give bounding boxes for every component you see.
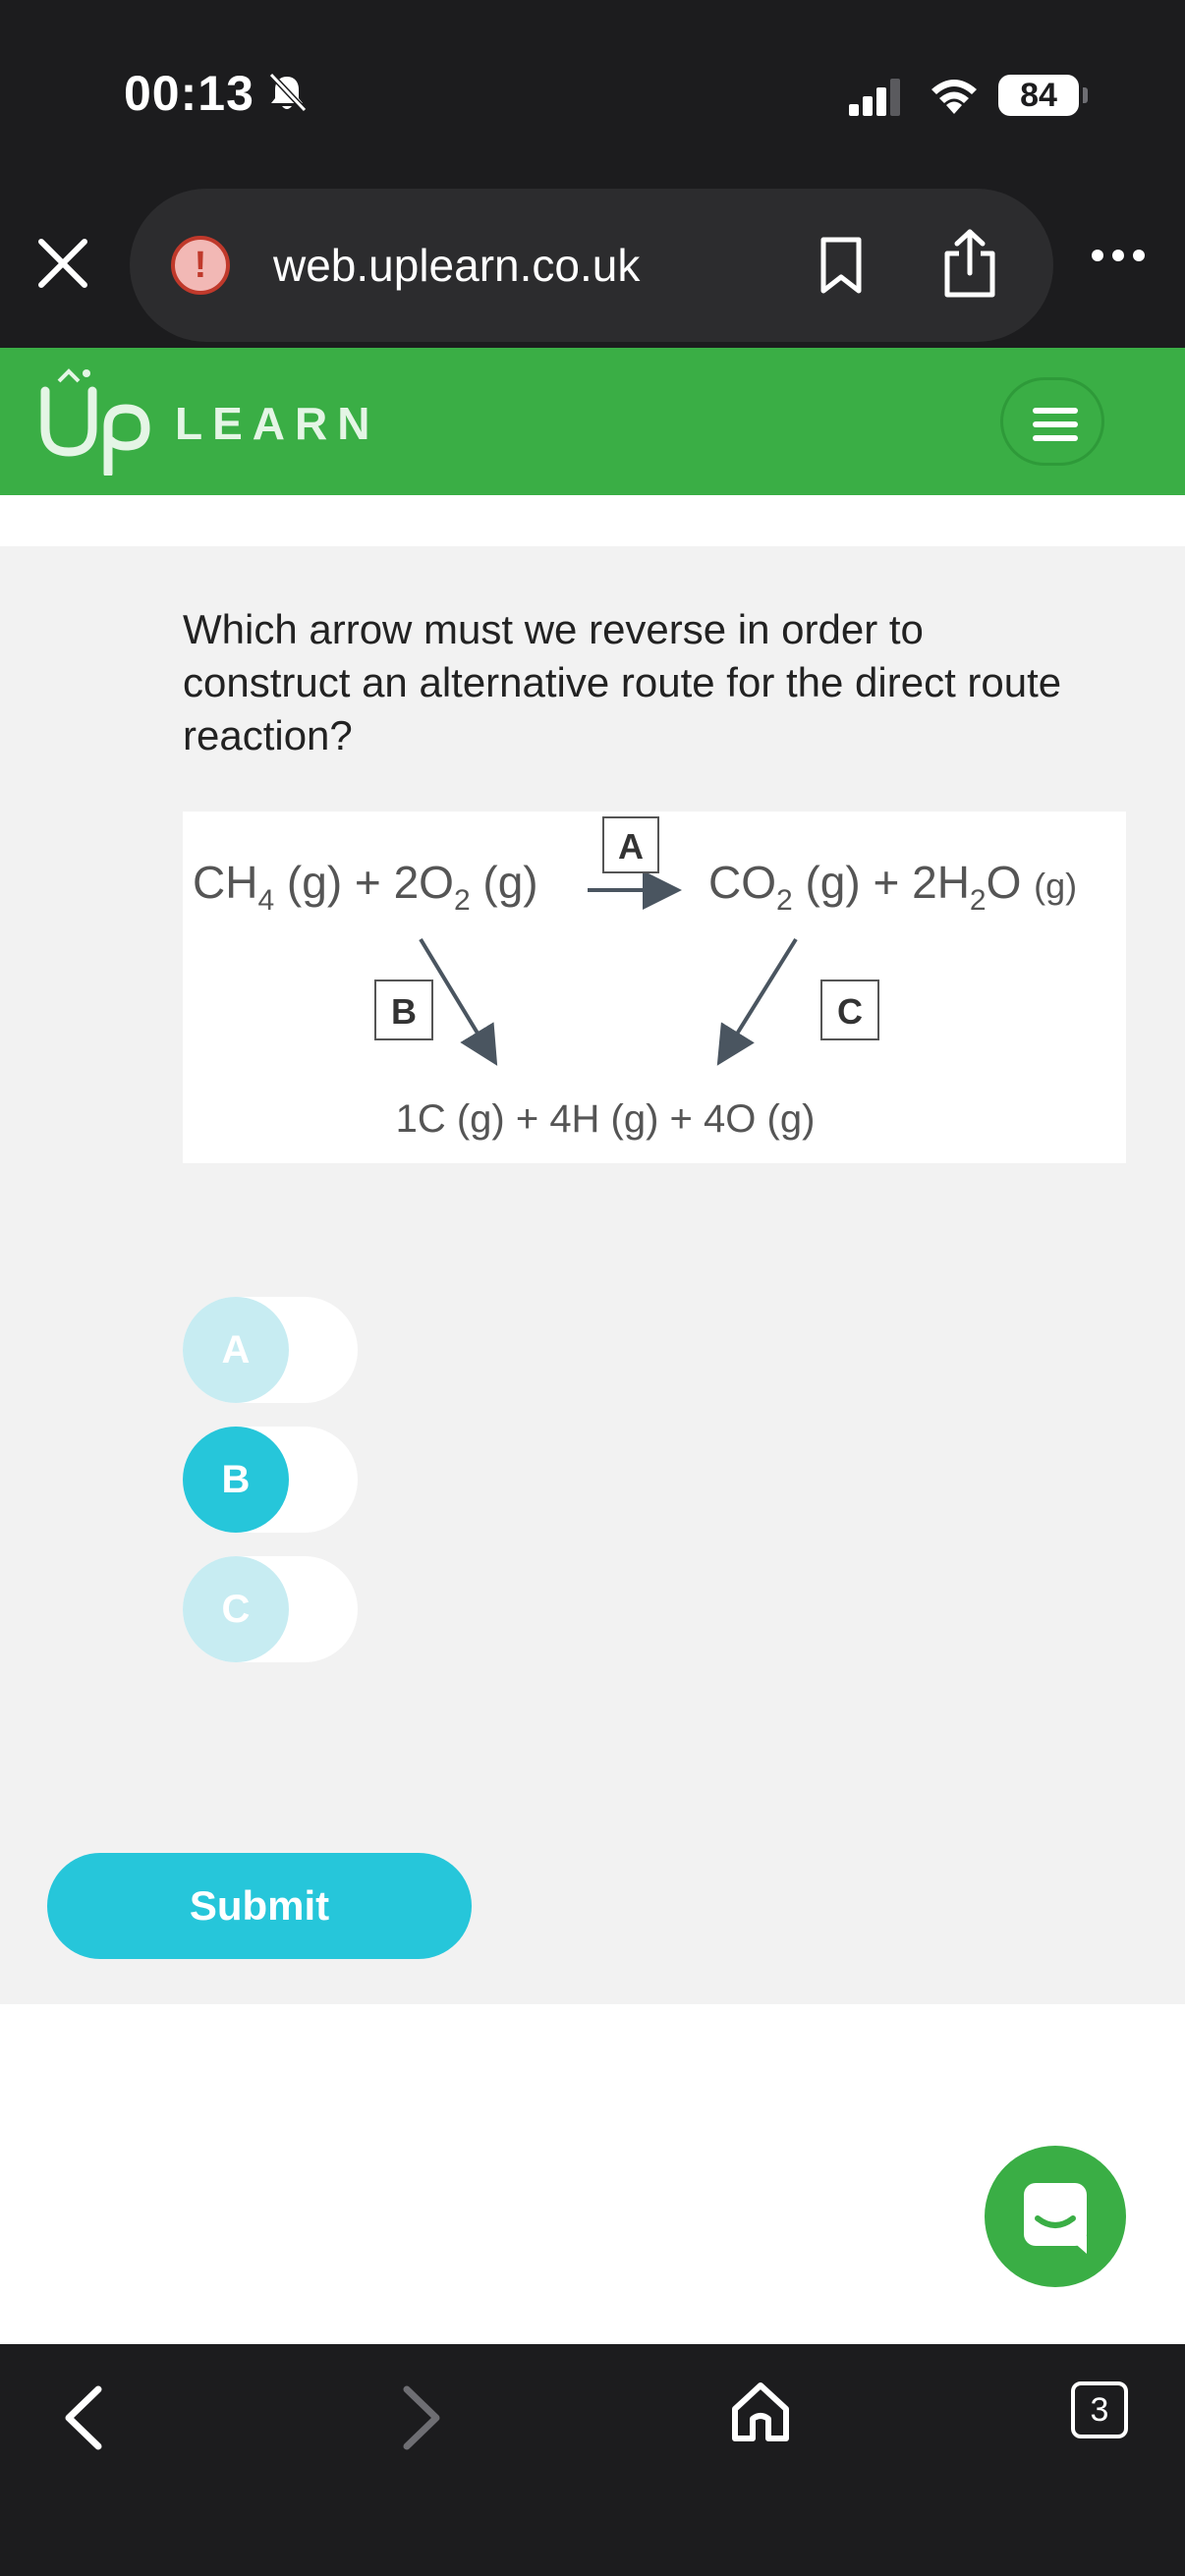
back-icon[interactable] <box>59 2383 108 2452</box>
url-text[interactable]: web.uplearn.co.uk <box>273 236 640 295</box>
option-c-label[interactable]: C <box>183 1556 289 1662</box>
menu-button[interactable] <box>1000 377 1104 466</box>
home-icon[interactable] <box>729 2380 792 2444</box>
app-header: LEARN <box>0 348 1185 495</box>
cellular-signal-icon <box>849 79 900 116</box>
more-icon[interactable] <box>1091 248 1146 263</box>
option-a[interactable]: A <box>183 1297 358 1403</box>
diagram-svg: CH4 (g) + 2O2 (g) CO2 (g) + 2H2O (g) A B… <box>193 816 1077 1141</box>
bell-off-icon <box>268 72 308 113</box>
alert-icon[interactable]: ! <box>171 236 230 295</box>
bookmark-icon[interactable] <box>818 236 865 295</box>
tabs-icon[interactable]: 3 <box>1071 2381 1128 2438</box>
bottom-text: 1C (g) + 4H (g) + 4O (g) <box>396 1097 816 1141</box>
option-c[interactable]: C <box>183 1556 358 1662</box>
status-time: 00:13 <box>124 66 254 121</box>
option-a-label[interactable]: A <box>183 1297 289 1403</box>
question-text: Which arrow must we reverse in order to … <box>183 606 1062 758</box>
hamburger-icon[interactable] <box>1033 408 1078 414</box>
enthalpy-cycle-diagram: CH4 (g) + 2O2 (g) CO2 (g) + 2H2O (g) A B… <box>183 812 1126 1163</box>
page-footer-area <box>0 2004 1185 2344</box>
browser-bottom-bar: 3 <box>0 2344 1185 2576</box>
battery-indicator: 84 <box>998 75 1088 116</box>
address-bar[interactable]: ! web.uplearn.co.uk <box>130 189 1053 342</box>
logo-text: LEARN <box>175 398 380 449</box>
share-icon[interactable] <box>941 228 998 299</box>
label-b: B <box>391 991 417 1032</box>
left-side-text: CH4 (g) + 2O2 (g) <box>193 857 538 917</box>
chat-button[interactable] <box>985 2146 1126 2287</box>
arrow-c <box>716 937 798 1066</box>
close-icon[interactable] <box>35 236 90 291</box>
status-bar: 00:13 84 <box>0 0 1185 187</box>
label-a: A <box>618 826 644 867</box>
label-c: C <box>837 991 863 1032</box>
header-spacer <box>0 495 1185 546</box>
option-b[interactable]: B <box>183 1427 358 1533</box>
submit-button[interactable]: Submit <box>47 1853 472 1959</box>
wifi-icon <box>931 80 977 114</box>
uplearn-logo[interactable] <box>37 367 155 476</box>
forward-icon[interactable] <box>397 2383 446 2452</box>
right-side-text: CO2 (g) + 2H2O (g) <box>708 857 1077 917</box>
option-b-label[interactable]: B <box>183 1427 289 1533</box>
question-panel: Which arrow must we reverse in order to … <box>0 546 1185 2004</box>
chat-icon[interactable] <box>985 2146 1126 2287</box>
